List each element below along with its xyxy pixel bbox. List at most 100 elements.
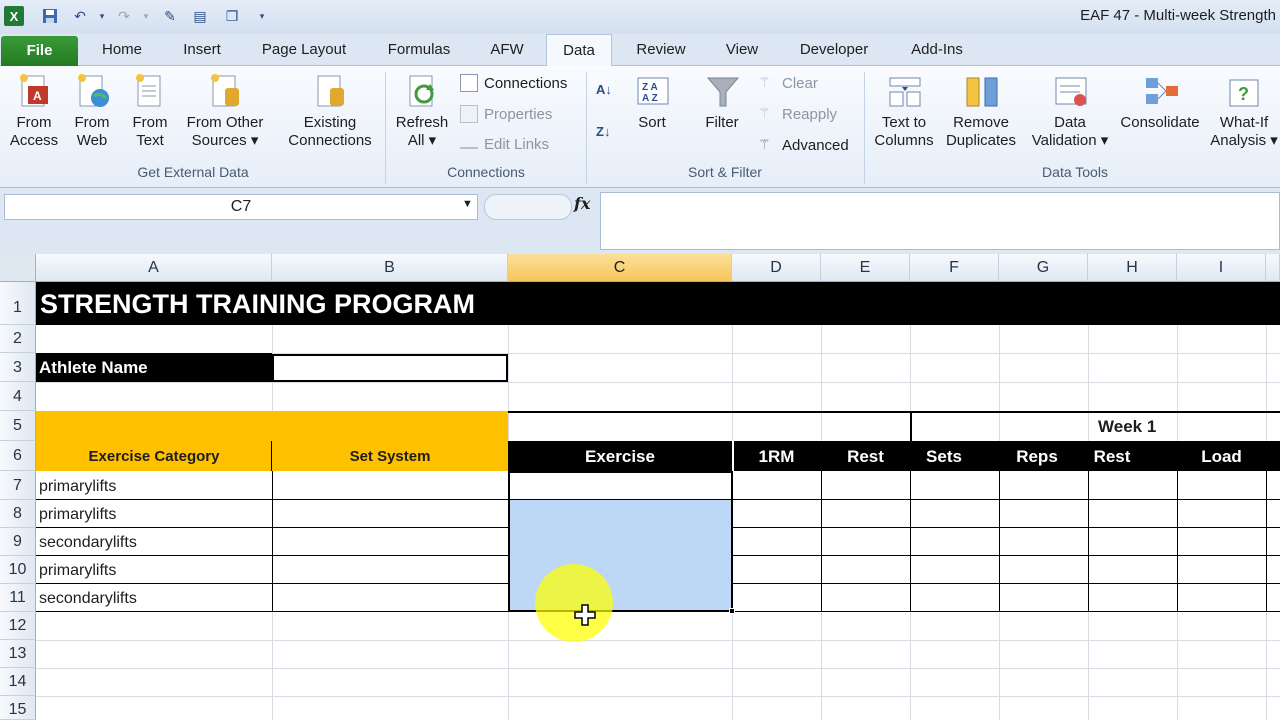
category-cell[interactable]: primarylifts (39, 562, 116, 580)
category-cell[interactable]: primarylifts (39, 478, 116, 496)
sort-descending-button[interactable]: Z↓ (596, 124, 610, 139)
column-header-h[interactable]: H (1088, 254, 1177, 282)
row-header-5[interactable]: 5 (0, 411, 36, 441)
reapply-button[interactable]: ⚚ Reapply (758, 105, 837, 123)
header-reps[interactable]: Reps (999, 447, 1075, 467)
row-header-2[interactable]: 2 (0, 325, 36, 353)
refresh-icon (409, 75, 434, 107)
excel-logo-icon[interactable]: X (4, 6, 24, 26)
data-validation-button[interactable]: Data Validation ▾ (1030, 72, 1110, 150)
column-header-f[interactable]: F (910, 254, 999, 282)
tab-home[interactable]: Home (96, 34, 148, 66)
header-set-system[interactable]: Set System (272, 448, 508, 465)
text-to-columns-button[interactable]: Text to Columns (872, 72, 936, 150)
header-week-rest[interactable]: Rest (1088, 447, 1136, 467)
header-rest[interactable]: Rest (821, 447, 910, 467)
group-label-connections: Connections (447, 164, 525, 180)
tab-insert[interactable]: Insert (174, 34, 230, 66)
edit-links-button[interactable]: Edit Links (460, 136, 549, 153)
connections-button[interactable]: Connections (460, 74, 567, 92)
row-header-4[interactable]: 4 (0, 382, 36, 411)
from-other-sources-button[interactable]: From Other Sources ▾ (180, 72, 270, 150)
undo-icon[interactable]: ↶ (70, 6, 90, 26)
ribbon: A From Access From Web From Text From Ot… (0, 66, 1280, 188)
column-header-a[interactable]: A (36, 254, 272, 282)
redo-dropdown-icon[interactable]: ▾ (136, 6, 156, 26)
sort-ascending-button[interactable]: A↓ (596, 82, 612, 97)
row-header-10[interactable]: 10 (0, 556, 36, 584)
row-header-15[interactable]: 15 (0, 696, 36, 720)
tab-review[interactable]: Review (632, 34, 690, 66)
column-header-g[interactable]: G (999, 254, 1088, 282)
existing-connections-button[interactable]: Existing Connections (282, 72, 378, 150)
formula-input[interactable] (600, 192, 1280, 250)
copy-icon[interactable]: ❐ (222, 6, 242, 26)
tab-afw[interactable]: AFW (484, 34, 530, 66)
row-header-8[interactable]: 8 (0, 500, 36, 528)
tab-data[interactable]: Data (546, 34, 612, 67)
column-header-b[interactable]: B (272, 254, 508, 282)
tab-developer[interactable]: Developer (794, 34, 874, 66)
column-header-i[interactable]: I (1177, 254, 1266, 282)
fill-handle[interactable] (729, 608, 735, 614)
athlete-name-label[interactable]: Athlete Name (39, 358, 148, 378)
header-load[interactable]: Load (1177, 447, 1266, 467)
tab-view[interactable]: View (720, 34, 764, 66)
column-header-e[interactable]: E (821, 254, 910, 282)
from-web-button[interactable]: From Web (66, 72, 118, 150)
row-header-7[interactable]: 7 (0, 471, 36, 500)
column-header-j[interactable] (1266, 254, 1280, 282)
edit-icon[interactable]: ✎ (160, 6, 180, 26)
column-header-c[interactable]: C (508, 254, 732, 282)
column-header-d[interactable]: D (732, 254, 821, 282)
category-cell[interactable]: secondarylifts (39, 590, 137, 608)
properties-button[interactable]: Properties (460, 105, 552, 123)
row-header-1[interactable]: 1 (0, 282, 36, 325)
row-header-13[interactable]: 13 (0, 640, 36, 668)
filter-button[interactable]: Filter (698, 72, 746, 132)
advanced-button[interactable]: ⚚ Advanced (758, 136, 849, 154)
week-1-label[interactable]: Week 1 (1098, 417, 1156, 437)
name-box-dropdown-icon[interactable]: ▼ (462, 198, 473, 210)
formula-buttons (484, 194, 572, 220)
from-access-button[interactable]: A From Access (6, 72, 62, 150)
insert-function-icon[interactable]: fx (574, 194, 590, 213)
print-icon[interactable]: ▤ (190, 6, 210, 26)
properties-icon (460, 105, 478, 123)
header-exercise-category[interactable]: Exercise Category (36, 448, 272, 465)
tab-page-layout[interactable]: Page Layout (256, 34, 352, 66)
tab-add-ins[interactable]: Add-Ins (904, 34, 970, 66)
row-header-14[interactable]: 14 (0, 668, 36, 696)
remove-duplicates-button[interactable]: Remove Duplicates (942, 72, 1020, 150)
tab-file[interactable]: File (1, 36, 78, 66)
header-exercise[interactable]: Exercise (508, 447, 732, 467)
undo-dropdown-icon[interactable]: ▾ (92, 6, 112, 26)
sheet-title[interactable]: STRENGTH TRAINING PROGRAM (40, 288, 475, 320)
tab-formulas[interactable]: Formulas (382, 34, 456, 66)
worksheet-grid[interactable]: A B C D E F G H I 1 2 3 4 5 6 7 8 9 10 1… (0, 254, 1280, 720)
sort-button[interactable]: Z AA Z Sort (630, 72, 674, 132)
row-header-9[interactable]: 9 (0, 528, 36, 556)
row-header-3[interactable]: 3 (0, 353, 36, 382)
clear-button[interactable]: ⚚ Clear (758, 74, 818, 92)
customize-qat-icon[interactable]: ▾ (252, 6, 272, 26)
category-cell[interactable]: secondarylifts (39, 534, 137, 552)
select-all-corner[interactable] (0, 254, 36, 282)
text-to-columns-icon (889, 77, 921, 107)
row-header-12[interactable]: 12 (0, 612, 36, 640)
header-sets[interactable]: Sets (910, 447, 978, 467)
athlete-name-input[interactable] (272, 354, 508, 382)
window-title: EAF 47 - Multi-week Strength (1080, 7, 1276, 24)
row-header-11[interactable]: 11 (0, 584, 36, 612)
sort-dialog-icon: Z AA Z (637, 77, 669, 105)
from-text-button[interactable]: From Text (124, 72, 176, 150)
category-cell[interactable]: primarylifts (39, 506, 116, 524)
save-icon[interactable] (40, 6, 60, 26)
what-if-analysis-button[interactable]: ? What-If Analysis ▾ (1206, 72, 1280, 150)
name-box[interactable]: C7 (4, 194, 478, 220)
refresh-all-button[interactable]: Refresh All ▾ (392, 72, 452, 150)
header-1rm[interactable]: 1RM (732, 447, 821, 467)
redo-icon[interactable]: ↷ (114, 6, 134, 26)
row-header-6[interactable]: 6 (0, 441, 36, 471)
consolidate-button[interactable]: Consolidate (1116, 72, 1204, 132)
